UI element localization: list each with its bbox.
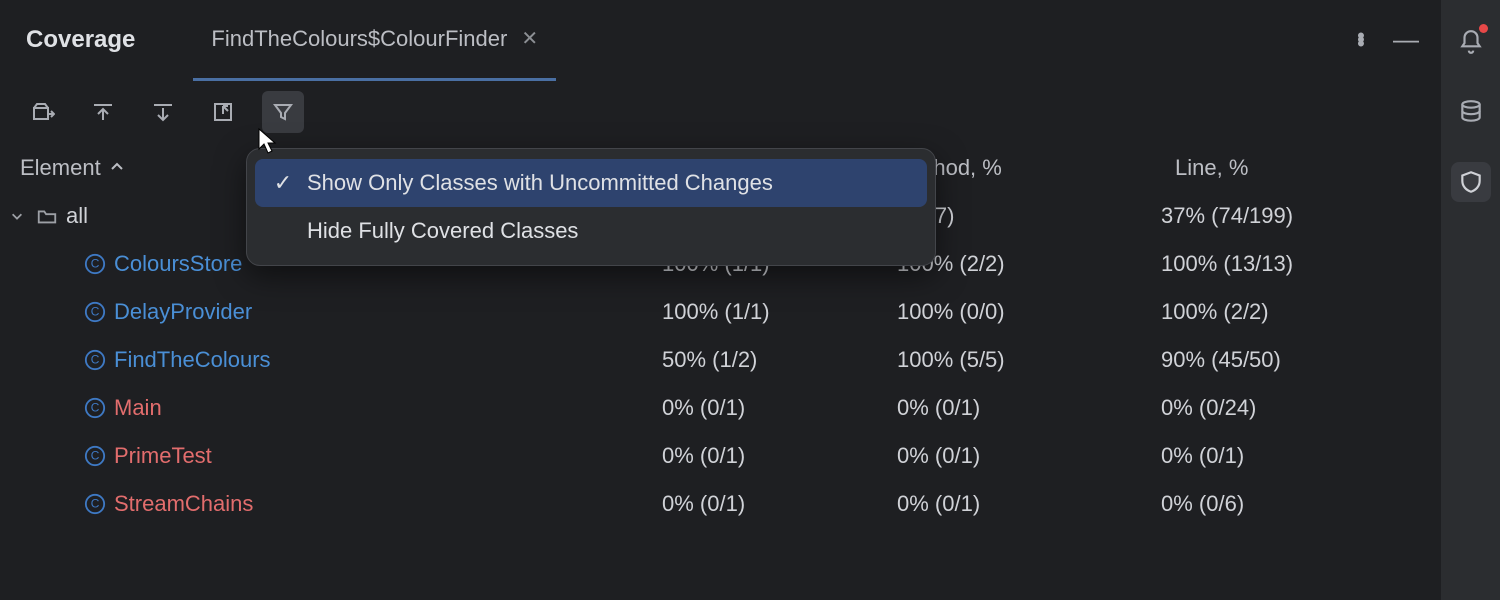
notifications-button[interactable]	[1451, 22, 1491, 62]
class-icon: C	[84, 349, 106, 371]
tree-row-delayprovider[interactable]: C DelayProvider	[0, 288, 660, 336]
class-pct: 50% (1/2)	[660, 336, 895, 384]
navigate-up-button[interactable]	[82, 91, 124, 133]
tab-label: FindTheColours$ColourFinder	[211, 26, 507, 52]
class-icon: C	[84, 301, 106, 323]
svg-text:C: C	[91, 305, 100, 319]
class-icon: C	[84, 397, 106, 419]
database-button[interactable]	[1451, 92, 1491, 132]
export-button[interactable]	[202, 91, 244, 133]
toolbar	[0, 80, 1440, 144]
check-icon: ✓	[273, 170, 293, 196]
filter-option-hide-fully-covered[interactable]: Hide Fully Covered Classes	[255, 207, 927, 255]
method-pct: 0% (0/1)	[895, 432, 1155, 480]
filter-dropdown: ✓ Show Only Classes with Uncommitted Cha…	[246, 148, 936, 266]
chevron-down-icon[interactable]	[8, 209, 26, 223]
column-header-line[interactable]: Line, %	[1155, 144, 1440, 192]
class-pct: 0% (0/1)	[660, 480, 895, 528]
line-pct: 100% (13/13)	[1155, 240, 1440, 288]
class-icon: C	[84, 493, 106, 515]
element-name: StreamChains	[114, 491, 253, 517]
chevron-up-icon	[109, 155, 125, 181]
element-name: FindTheColours	[114, 347, 271, 373]
line-pct: 0% (0/24)	[1155, 384, 1440, 432]
line-pct: 0% (0/6)	[1155, 480, 1440, 528]
right-tool-rail	[1440, 0, 1500, 600]
active-tab[interactable]: FindTheColours$ColourFinder ✕	[193, 1, 556, 81]
filter-option-label: Show Only Classes with Uncommitted Chang…	[307, 170, 773, 196]
class-icon: C	[84, 253, 106, 275]
method-pct: 100% (5/5)	[895, 336, 1155, 384]
element-name: all	[66, 203, 88, 229]
svg-text:C: C	[91, 257, 100, 271]
svg-text:C: C	[91, 497, 100, 511]
class-pct: 100% (1/1)	[660, 288, 895, 336]
line-pct: 90% (45/50)	[1155, 336, 1440, 384]
filter-option-label: Hide Fully Covered Classes	[307, 218, 578, 244]
navigate-down-button[interactable]	[142, 91, 184, 133]
titlebar: Coverage FindTheColours$ColourFinder ✕ •…	[0, 0, 1440, 80]
line-pct: 0% (0/1)	[1155, 432, 1440, 480]
line-pct: 100% (2/2)	[1155, 288, 1440, 336]
class-pct: 0% (0/1)	[660, 432, 895, 480]
tree-row-streamchains[interactable]: C StreamChains	[0, 480, 660, 528]
element-name: ColoursStore	[114, 251, 242, 277]
method-pct: 0% (0/1)	[895, 384, 1155, 432]
class-pct: 0% (0/1)	[660, 384, 895, 432]
tree-row-primetest[interactable]: C PrimeTest	[0, 432, 660, 480]
method-pct: 100% (0/0)	[895, 288, 1155, 336]
svg-text:C: C	[91, 401, 100, 415]
element-name: DelayProvider	[114, 299, 252, 325]
notification-dot-icon	[1479, 24, 1488, 33]
more-icon[interactable]: •••	[1342, 34, 1380, 46]
close-icon[interactable]: ✕	[521, 29, 538, 49]
tree-row-main[interactable]: C Main	[0, 384, 660, 432]
panel-title: Coverage	[26, 26, 135, 54]
line-pct: 37% (74/199)	[1155, 192, 1440, 240]
folder-icon	[36, 205, 58, 227]
element-name: Main	[114, 395, 162, 421]
tree-row-findthecolours[interactable]: C FindTheColours	[0, 336, 660, 384]
filter-option-show-only-uncommitted[interactable]: ✓ Show Only Classes with Uncommitted Cha…	[255, 159, 927, 207]
svg-text:C: C	[91, 449, 100, 463]
method-pct: 0% (0/1)	[895, 480, 1155, 528]
minimize-icon[interactable]: —	[1386, 24, 1426, 55]
class-icon: C	[84, 445, 106, 467]
shield-button[interactable]	[1451, 162, 1491, 202]
filter-button[interactable]	[262, 91, 304, 133]
element-name: PrimeTest	[114, 443, 212, 469]
flatten-packages-button[interactable]	[22, 91, 64, 133]
svg-text:C: C	[91, 353, 100, 367]
